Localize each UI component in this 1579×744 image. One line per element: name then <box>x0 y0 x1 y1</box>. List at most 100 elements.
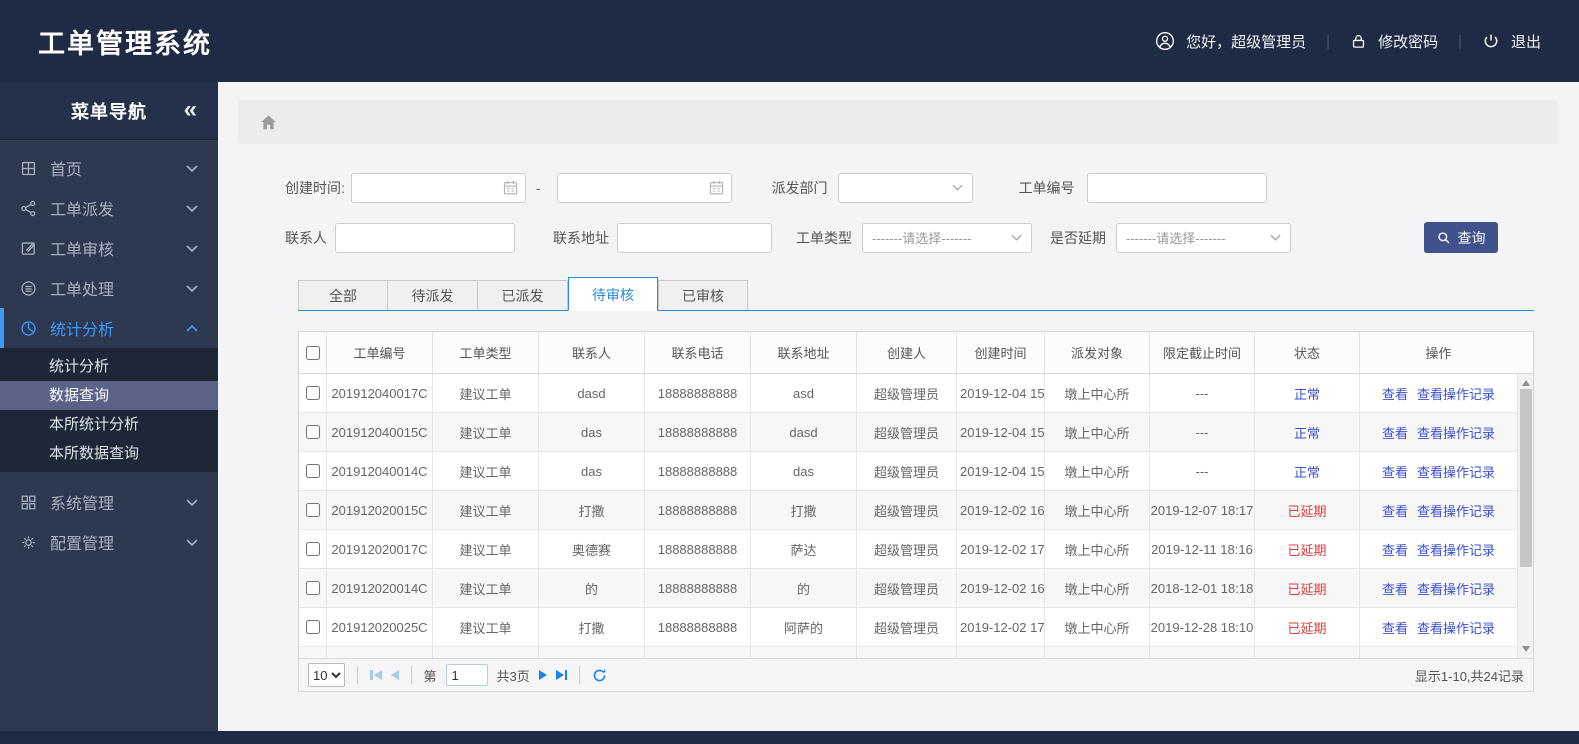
tab-reviewed[interactable]: 已审核 <box>658 280 748 310</box>
sidebar-item-process[interactable]: 工单处理 <box>0 268 218 308</box>
first-page-button[interactable] <box>370 670 382 680</box>
page-size-select[interactable]: 10 <box>308 663 345 687</box>
logout-button[interactable]: 退出 <box>1482 31 1541 52</box>
dispatch-dept-select[interactable] <box>837 172 973 203</box>
cell-phone: 18888888888 <box>645 491 751 529</box>
tab-all[interactable]: 全部 <box>298 280 388 310</box>
submenu-item-data-query[interactable]: 数据查询 <box>0 381 218 410</box>
sidebar-item-system[interactable]: 系统管理 <box>0 482 218 522</box>
collapse-sidebar-button[interactable]: « <box>184 97 198 122</box>
cell-contact: 的 <box>539 569 645 607</box>
view-log-link[interactable]: 查看操作记录 <box>1417 462 1495 481</box>
cell-dispatch-target: 墩上中心所 <box>1045 569 1150 607</box>
row-checkbox[interactable] <box>305 620 320 634</box>
row-checkbox[interactable] <box>305 581 320 595</box>
sidebar-item-review[interactable]: 工单审核 <box>0 228 218 268</box>
view-log-link[interactable]: 查看操作记录 <box>1417 618 1495 637</box>
submenu-item-stats-analysis[interactable]: 统计分析 <box>0 352 218 381</box>
column-actions[interactable]: 操作 <box>1360 332 1517 373</box>
total-pages-label: 共3页 <box>496 668 530 684</box>
header-scrollbar-stub <box>1517 332 1533 373</box>
cell-created-time: 2019-12-04 15 <box>957 452 1045 490</box>
view-log-link[interactable]: 查看操作记录 <box>1417 384 1495 403</box>
cell-creator: 超级管理员 <box>857 530 957 568</box>
address-input[interactable] <box>617 222 772 253</box>
row-checkbox-cell <box>299 569 327 607</box>
filter-row-1: 创建时间: - 派发部门 工单编号 <box>285 172 1559 203</box>
view-log-link[interactable]: 查看操作记录 <box>1417 423 1495 442</box>
view-link[interactable]: 查看 <box>1382 579 1408 598</box>
create-time-start-input[interactable] <box>350 172 526 203</box>
submenu-item-branch-stats[interactable]: 本所统计分析 <box>0 410 218 439</box>
view-link[interactable]: 查看 <box>1382 501 1408 520</box>
order-no-input[interactable] <box>1086 172 1267 203</box>
scroll-down-arrow[interactable] <box>1521 646 1530 652</box>
cell-address: das <box>751 452 857 490</box>
calendar-icon[interactable] <box>708 179 725 196</box>
chevron-down-icon <box>186 204 198 212</box>
next-page-button[interactable] <box>538 670 547 680</box>
tab-to-review[interactable]: 待审核 <box>568 277 658 311</box>
scroll-up-arrow[interactable] <box>1521 380 1530 386</box>
last-page-button[interactable] <box>555 670 568 680</box>
page-number-input[interactable] <box>445 664 488 686</box>
refresh-icon[interactable] <box>592 668 607 683</box>
row-checkbox[interactable] <box>305 464 320 478</box>
delay-select[interactable]: -------请选择------- <box>1116 222 1291 253</box>
table-row <box>299 647 1518 658</box>
status-badge: 正常 <box>1255 374 1360 412</box>
column-creator[interactable]: 创建人 <box>857 332 957 373</box>
sidebar-item-config[interactable]: 配置管理 <box>0 522 218 562</box>
view-link[interactable]: 查看 <box>1382 423 1408 442</box>
cell-created-time: 2019-12-02 16 <box>957 569 1045 607</box>
column-order-no[interactable]: 工单编号 <box>327 332 433 373</box>
column-address[interactable]: 联系地址 <box>751 332 857 373</box>
cell-order-type: 建议工单 <box>433 608 539 646</box>
view-log-link[interactable]: 查看操作记录 <box>1417 501 1495 520</box>
view-link[interactable]: 查看 <box>1382 462 1408 481</box>
column-created-time[interactable]: 创建时间 <box>957 332 1045 373</box>
tab-to-dispatch[interactable]: 待派发 <box>388 280 478 310</box>
column-phone[interactable]: 联系电话 <box>645 332 751 373</box>
status-badge: 已延期 <box>1255 569 1360 607</box>
cell-order-no: 201912020025C <box>327 608 433 646</box>
column-status[interactable]: 状态 <box>1255 332 1360 373</box>
create-time-end-input[interactable] <box>556 172 732 203</box>
vertical-scrollbar[interactable] <box>1517 374 1533 658</box>
cell-actions: 查看 查看操作记录 <box>1360 374 1517 412</box>
tab-dispatched[interactable]: 已派发 <box>478 280 568 310</box>
row-checkbox[interactable] <box>305 542 320 556</box>
prev-page-button[interactable] <box>390 670 399 680</box>
scrollbar-thumb[interactable] <box>1519 389 1532 567</box>
view-log-link[interactable]: 查看操作记录 <box>1417 579 1495 598</box>
view-link[interactable]: 查看 <box>1382 384 1408 403</box>
select-all-checkbox[interactable] <box>305 345 320 360</box>
submenu-item-branch-data-query[interactable]: 本所数据查询 <box>0 439 218 468</box>
change-password-button[interactable]: 修改密码 <box>1350 31 1438 52</box>
column-order-type[interactable]: 工单类型 <box>433 332 539 373</box>
row-checkbox[interactable] <box>305 386 320 400</box>
status-badge: 已延期 <box>1255 608 1360 646</box>
view-log-link[interactable]: 查看操作记录 <box>1417 540 1495 559</box>
sidebar-item-dispatch[interactable]: 工单派发 <box>0 188 218 228</box>
cell-deadline: --- <box>1150 413 1255 451</box>
sidebar-item-statistics[interactable]: 统计分析 <box>0 308 218 348</box>
cell-address: 打撒 <box>751 491 857 529</box>
home-icon[interactable] <box>259 113 278 132</box>
view-link[interactable]: 查看 <box>1382 618 1408 637</box>
order-type-select[interactable]: -------请选择------- <box>862 222 1032 253</box>
row-checkbox[interactable] <box>305 425 320 439</box>
search-button[interactable]: 查询 <box>1424 222 1498 253</box>
sidebar: 菜单导航 « 首页 工单派发 工单审核 工单处理 统计分析 统计分析 数据查询 … <box>0 82 218 731</box>
column-deadline[interactable]: 限定截止时间 <box>1150 332 1255 373</box>
view-link[interactable]: 查看 <box>1382 540 1408 559</box>
search-button-label: 查询 <box>1457 229 1486 246</box>
user-greeting[interactable]: 您好，超级管理员 <box>1155 31 1306 52</box>
contact-input[interactable] <box>335 222 515 253</box>
column-contact[interactable]: 联系人 <box>539 332 645 373</box>
row-checkbox[interactable] <box>305 503 320 517</box>
column-dispatch-target[interactable]: 派发对象 <box>1045 332 1150 373</box>
calendar-icon[interactable] <box>502 179 519 196</box>
sidebar-item-home[interactable]: 首页 <box>0 148 218 188</box>
record-summary: 显示1-10,共24记录 <box>1414 668 1524 684</box>
